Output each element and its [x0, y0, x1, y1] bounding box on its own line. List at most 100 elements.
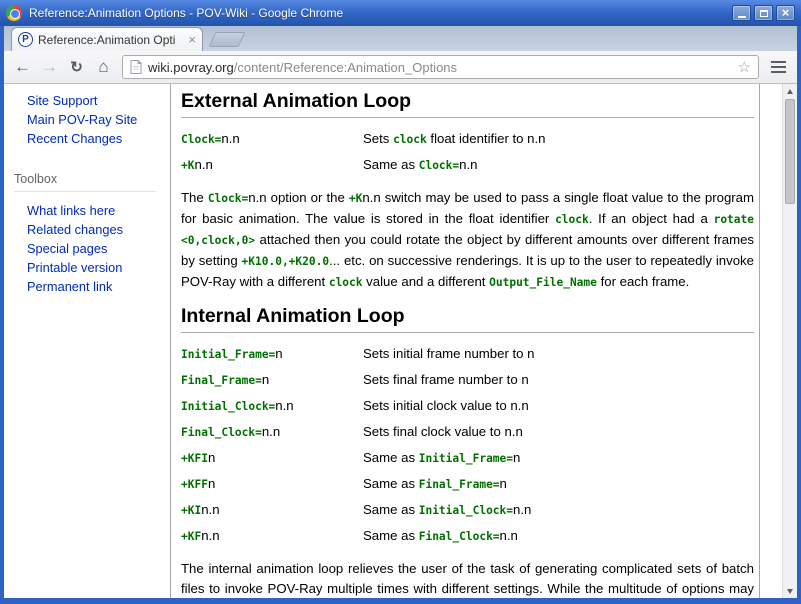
- minimize-button[interactable]: [732, 5, 751, 21]
- definition-row: +KFInSame as Initial_Frame=n: [181, 445, 754, 471]
- text-run: Sets final clock value to n.n: [363, 424, 523, 439]
- back-button[interactable]: ←: [9, 55, 36, 80]
- close-icon: ×: [782, 6, 790, 19]
- sidebar-link-recent-changes[interactable]: Recent Changes: [4, 129, 170, 148]
- definition-row: +Kn.nSame as Clock=n.n: [181, 152, 754, 178]
- forward-button[interactable]: →: [36, 55, 63, 80]
- option-description: Sets final frame number to n: [363, 367, 754, 393]
- new-tab-button[interactable]: [209, 32, 246, 47]
- arrow-up-icon: [787, 89, 793, 94]
- body-paragraph: The Clock=n.n option or the +Kn.n switch…: [181, 188, 754, 293]
- inline-code: Final_Clock=: [181, 426, 262, 439]
- close-button[interactable]: ×: [776, 5, 795, 21]
- text-run: n.n: [262, 424, 280, 439]
- option-term: +KFn.n: [181, 523, 363, 549]
- option-term: +KIn.n: [181, 497, 363, 523]
- sidebar-link-permanent-link[interactable]: Permanent link: [4, 277, 170, 296]
- text-run: Sets initial clock value to n.n: [363, 398, 529, 413]
- inline-code: +KF: [181, 530, 201, 543]
- text-run: n.n: [194, 157, 212, 172]
- browser-client-area: P Reference:Animation Opti × ← → ↻ ⌂ wik…: [4, 26, 797, 598]
- maximize-button[interactable]: [754, 5, 773, 21]
- option-description: Sets initial clock value to n.n: [363, 393, 754, 419]
- inline-code: Initial_Clock=: [181, 400, 275, 413]
- article-sections: External Animation LoopClock=n.nSets clo…: [181, 90, 754, 598]
- tab-close-icon[interactable]: ×: [188, 33, 196, 46]
- text-run: n.n option or the: [248, 190, 349, 205]
- sidebar-link-printable-version[interactable]: Printable version: [4, 258, 170, 277]
- text-run: n.n: [201, 502, 219, 517]
- sidebar-link-site-support[interactable]: Site Support: [4, 91, 170, 110]
- option-description: Sets clock float identifier to n.n: [363, 126, 754, 152]
- arrow-down-icon: [787, 589, 793, 594]
- section-heading: External Animation Loop: [181, 90, 754, 118]
- text-run: . If an object had a: [589, 211, 714, 226]
- definition-list: Clock=n.nSets clock float identifier to …: [181, 126, 754, 178]
- option-term: Final_Frame=n: [181, 367, 363, 393]
- definition-row: Clock=n.n Sets clock float identifier to …: [181, 126, 754, 152]
- text-run: The: [181, 190, 208, 205]
- text-run: Same as: [363, 157, 419, 172]
- tab-strip: P Reference:Animation Opti ×: [4, 26, 797, 51]
- inline-code: clock: [329, 276, 363, 289]
- minimize-icon: [738, 16, 746, 18]
- scrollbar-thumb[interactable]: [785, 99, 795, 204]
- inline-code: Clock=: [208, 192, 248, 205]
- url-path: /content/Reference:Animation_Options: [234, 60, 457, 75]
- option-term: Initial_Frame=n: [181, 341, 363, 367]
- address-bar[interactable]: wiki.povray.org/content/Reference:Animat…: [122, 55, 759, 79]
- hamburger-icon: [771, 61, 786, 63]
- inline-code: +KFF: [181, 478, 208, 491]
- sidebar: Site SupportMain POV-Ray SiteRecent Chan…: [4, 84, 170, 598]
- sidebar-link-main-pov-ray-site[interactable]: Main POV-Ray Site: [4, 110, 170, 129]
- maximize-icon: [760, 10, 768, 17]
- inline-code: +KFI: [181, 452, 208, 465]
- inline-code: clock: [555, 213, 589, 226]
- sidebar-nav-group: Site SupportMain POV-Ray SiteRecent Chan…: [4, 91, 170, 148]
- scroll-up-button[interactable]: [783, 84, 797, 98]
- option-description: Sets final clock value to n.n: [363, 419, 754, 445]
- inline-code: +K10.0,+K20.0: [242, 255, 330, 268]
- option-description: Sets initial frame number to n: [363, 341, 754, 367]
- definition-list: Initial_Frame=nSets initial frame number…: [181, 341, 754, 549]
- home-button[interactable]: ⌂: [90, 55, 117, 80]
- option-description: Same as Initial_Frame=n: [363, 445, 754, 471]
- vertical-scrollbar[interactable]: [782, 84, 797, 598]
- window-titlebar[interactable]: Reference:Animation Options - POV-Wiki -…: [0, 0, 801, 26]
- inline-code: Clock=: [181, 133, 221, 146]
- text-run: n: [275, 346, 282, 361]
- text-run: value and a different: [363, 274, 490, 289]
- text-run: n: [208, 450, 215, 465]
- reload-button[interactable]: ↻: [63, 55, 90, 80]
- browser-tab[interactable]: P Reference:Animation Opti ×: [11, 27, 203, 51]
- sidebar-link-what-links-here[interactable]: What links here: [4, 201, 170, 220]
- inline-code: Output_File_Name: [489, 276, 597, 289]
- text-run: Same as: [363, 528, 419, 543]
- option-description: Same as Final_Clock=n.n: [363, 523, 754, 549]
- text-run: n.n: [221, 131, 239, 146]
- sidebar-link-related-changes[interactable]: Related changes: [4, 220, 170, 239]
- text-run: n.n: [201, 528, 219, 543]
- definition-row: +KIn.nSame as Initial_Clock=n.n: [181, 497, 754, 523]
- text-run: Sets final frame number to n: [363, 372, 529, 387]
- page-viewport: Site SupportMain POV-Ray SiteRecent Chan…: [4, 84, 797, 598]
- inline-code: Initial_Frame=: [419, 452, 513, 465]
- text-run: n.n: [513, 502, 531, 517]
- sidebar-link-special-pages[interactable]: Special pages: [4, 239, 170, 258]
- body-paragraph: The internal animation loop relieves the…: [181, 559, 754, 598]
- definition-row: Final_Clock=n.n Sets final clock value to…: [181, 419, 754, 445]
- option-term: +KFIn: [181, 445, 363, 471]
- inline-code: Final_Clock=: [419, 530, 500, 543]
- text-run: n: [208, 476, 215, 491]
- text-run: n: [513, 450, 520, 465]
- text-run: n.n: [500, 528, 518, 543]
- text-run: float identifier to n.n: [427, 131, 546, 146]
- option-description: Same as Final_Frame=n: [363, 471, 754, 497]
- bookmark-star-icon[interactable]: ☆: [738, 60, 751, 75]
- window-controls: ×: [732, 5, 795, 21]
- option-term: +KFFn: [181, 471, 363, 497]
- inline-code: Final_Frame=: [181, 374, 262, 387]
- menu-button[interactable]: [764, 55, 792, 80]
- url-host: wiki.povray.org: [148, 60, 234, 75]
- scroll-down-button[interactable]: [783, 584, 797, 598]
